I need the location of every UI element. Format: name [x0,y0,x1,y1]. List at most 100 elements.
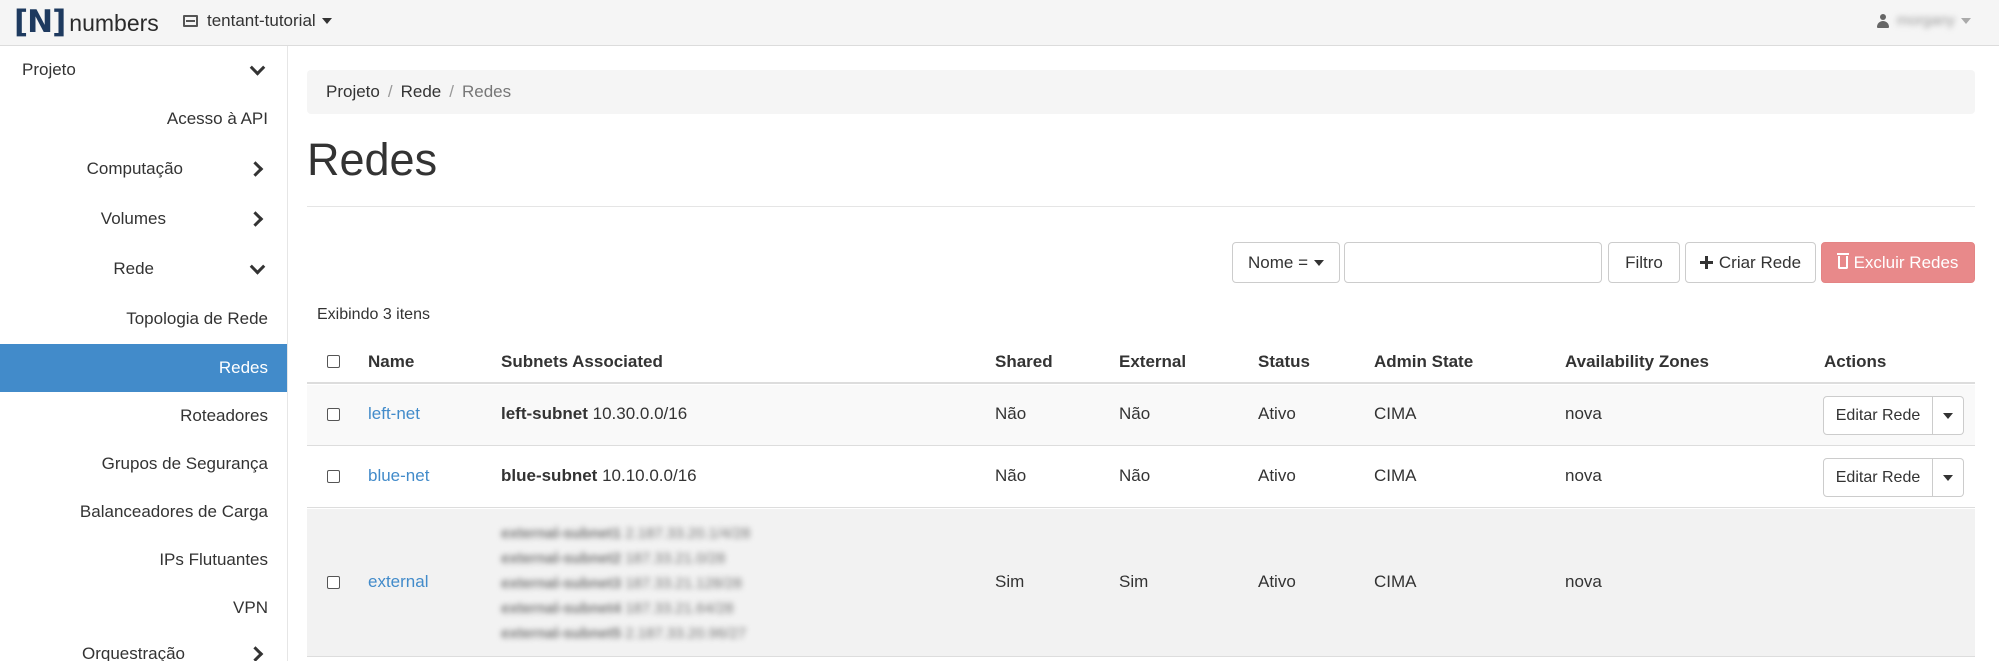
subnet-cell: blue-subnet 10.10.0.0/16 [501,466,697,486]
subnet-name: external-subnet2 [501,550,622,567]
breadcrumb: Projeto / Rede / Redes [307,70,1975,114]
sidebar-item-label: Rede [113,259,154,278]
column-header-admin-state[interactable]: Admin State [1374,352,1473,372]
chevron-down-icon [249,259,266,275]
sidebar-item-label: VPN [233,598,268,617]
sidebar-item-balanceadores[interactable]: Balanceadores de Carga [0,488,287,536]
column-header-actions: Actions [1824,352,1887,371]
sidebar-item-label: Projeto [22,60,76,79]
sidebar-item-ips-flutuantes[interactable]: IPs Flutuantes [0,536,287,584]
shared-cell: Não [995,466,1027,485]
caret-down-icon [1314,259,1324,266]
row-checkbox[interactable] [327,470,340,483]
shared-cell: Não [995,404,1027,423]
network-name-link[interactable]: blue-net [368,466,429,486]
sidebar: Projeto Acesso à API Computação Volumes … [0,46,288,661]
filter-button[interactable]: Filtro [1608,242,1680,283]
external-cell: Não [1119,466,1151,485]
edit-network-button[interactable]: Editar Rede [1823,458,1933,497]
plus-icon [1699,256,1713,269]
create-network-label: Criar Rede [1718,252,1802,272]
external-cell: Sim [1119,572,1149,591]
subnet-cell: external-subnet1 2.187.33.20.1/4/28 exte… [501,521,750,646]
create-network-button[interactable]: Criar Rede [1685,242,1816,283]
project-icon [183,15,198,27]
chevron-right-icon [247,646,264,661]
filter-field-label: Nome = [1248,252,1308,272]
user-menu[interactable]: morgany [1876,12,1971,29]
admin-state-cell: CIMA [1374,572,1417,591]
item-count: Exibindo 3 itens [317,306,430,323]
subnet-cidr: 10.10.0.0/16 [602,466,697,485]
network-name-link[interactable]: left-net [368,404,420,424]
row-checkbox[interactable] [327,576,340,589]
subnet-name: left-subnet [501,404,588,423]
sidebar-item-label: Orquestração [82,644,185,661]
top-navbar: [N] numbers tentant-tutorial morgany [0,0,1999,46]
filter-input[interactable] [1344,242,1602,283]
network-name-link[interactable]: external [368,572,428,592]
chevron-down-icon [249,60,266,76]
subnet-entry: external-subnet3 187.33.21.128/28 [501,571,750,596]
subnet-cidr: 187.33.21.64/28 [625,600,734,617]
subnet-entry: external-subnet1 2.187.33.20.1/4/28 [501,521,750,546]
subnet-name: external-subnet5 [501,625,622,642]
select-all-checkbox[interactable] [327,355,340,368]
shared-cell: Sim [995,572,1025,591]
subnet-cell: left-subnet 10.30.0.0/16 [501,404,687,424]
sidebar-item-projeto[interactable]: Projeto [0,46,287,94]
chevron-right-icon [247,211,264,227]
sidebar-item-redes[interactable]: Redes [0,344,287,392]
subnet-cidr: 10.30.0.0/16 [592,404,688,423]
sidebar-item-computacao[interactable]: Computação [0,145,287,193]
brand-mark: [N] [14,4,66,40]
table-header: Name Subnets Associated Shared External … [307,340,1975,384]
column-header-external[interactable]: External [1119,352,1186,372]
status-cell: Ativo [1258,572,1296,591]
sidebar-item-label: Acesso à API [166,109,268,128]
sidebar-item-grupos-seguranca[interactable]: Grupos de Segurança [0,440,287,488]
sidebar-item-roteadores[interactable]: Roteadores [0,392,287,440]
filter-field-select[interactable]: Nome = [1232,242,1340,283]
subnet-entry: external-subnet5 2.187.33.20.96/27 [501,621,750,646]
row-checkbox[interactable] [327,408,340,421]
column-header-zones[interactable]: Availability Zones [1565,352,1709,372]
zones-cell: nova [1565,404,1602,423]
project-picker[interactable]: tentant-tutorial [183,11,332,31]
trash-icon [1836,253,1849,269]
external-cell: Não [1119,404,1151,423]
sidebar-item-vpn[interactable]: VPN [0,584,287,632]
sidebar-item-label: Computação [86,159,183,178]
breadcrumb-rede[interactable]: Rede [401,82,442,102]
sidebar-item-acesso-api[interactable]: Acesso à API [0,95,287,143]
edit-network-button[interactable]: Editar Rede [1823,396,1933,435]
sidebar-item-orquestracao[interactable]: Orquestração [0,630,287,661]
sidebar-item-volumes[interactable]: Volumes [0,195,287,243]
actions-dropdown-toggle[interactable] [1933,458,1964,497]
delete-networks-button[interactable]: Excluir Redes [1821,242,1975,283]
subnet-name: blue-subnet [501,466,598,485]
subnet-cidr: 187.33.21.128/28 [625,575,742,592]
sidebar-item-label: Grupos de Segurança [101,454,268,473]
sidebar-item-label: Balanceadores de Carga [79,502,268,521]
column-header-status[interactable]: Status [1258,352,1310,372]
brand-logo[interactable]: [N] numbers [14,4,159,40]
subnet-cidr: 2.187.33.20.96/27 [625,625,747,642]
sidebar-item-topologia[interactable]: Topologia de Rede [0,295,287,343]
caret-down-icon [1943,412,1953,419]
column-header-name[interactable]: Name [368,352,414,372]
column-header-subnets[interactable]: Subnets Associated [501,352,663,372]
admin-state-cell: CIMA [1374,404,1417,423]
actions-dropdown-toggle[interactable] [1933,396,1964,435]
table-row: blue-net blue-subnet 10.10.0.0/16 Não Nã… [307,447,1975,508]
column-header-shared[interactable]: Shared [995,352,1053,372]
row-actions: Editar Rede [1823,458,1964,497]
project-name: tentant-tutorial [207,11,316,30]
subnet-name: external-subnet4 [501,600,622,617]
user-icon [1876,13,1889,28]
status-cell: Ativo [1258,466,1296,485]
sidebar-item-rede[interactable]: Rede [0,245,287,293]
breadcrumb-projeto[interactable]: Projeto [326,82,380,102]
subnet-cidr: 187.33.21.0/28 [625,550,726,567]
sidebar-item-label: Redes [218,358,268,377]
